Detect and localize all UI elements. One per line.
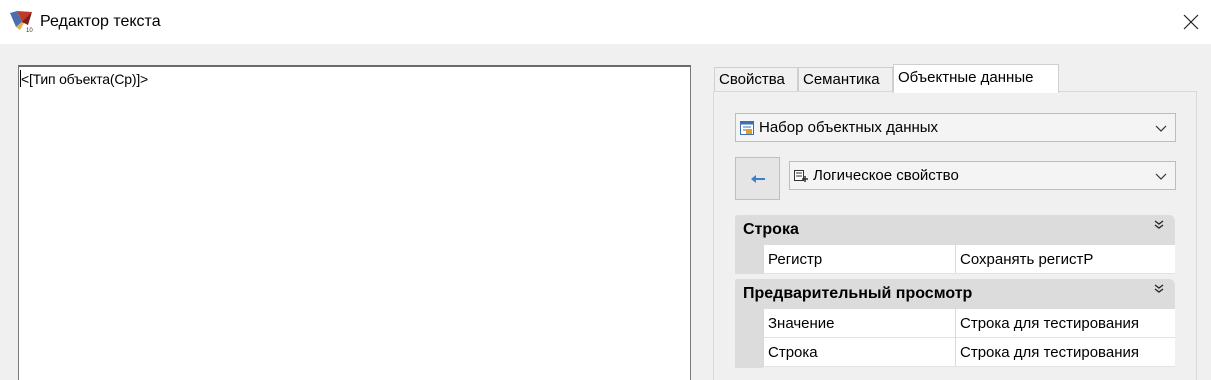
property-row[interactable]: Строка Строка для тестирования — [763, 338, 1175, 367]
tab-label: Свойства — [719, 71, 785, 88]
title-bar: 10 Редактор текста — [0, 0, 1211, 44]
row-gutter — [735, 245, 763, 274]
property-select-value: Логическое свойство — [813, 167, 959, 184]
close-button[interactable] — [1172, 8, 1210, 36]
category-label: Строка — [743, 221, 799, 238]
dataset-select[interactable]: Набор объектных данных — [735, 113, 1176, 142]
property-name: Строка — [764, 338, 956, 366]
category-string[interactable]: Строка — [735, 215, 1175, 245]
chevron-down-icon — [1155, 125, 1167, 132]
collapse-icon[interactable] — [1153, 219, 1165, 231]
property-value[interactable]: Строка для тестирования — [957, 309, 1175, 337]
property-value[interactable]: Строка для тестирования — [957, 338, 1175, 366]
property-row[interactable]: Регистр Сохранять регистР — [763, 245, 1175, 274]
editor-content: <[Тип объекта(Ср)]> — [21, 71, 148, 87]
property-select[interactable]: Логическое свойство — [789, 161, 1176, 190]
collapse-icon[interactable] — [1153, 283, 1165, 295]
property-name: Регистр — [764, 245, 956, 273]
add-property-icon — [794, 170, 808, 182]
table-icon — [740, 121, 754, 135]
tab-semantics[interactable]: Семантика — [798, 67, 893, 92]
arrow-left-icon — [750, 174, 765, 183]
text-editor[interactable]: <[Тип объекта(Ср)]> — [18, 65, 691, 380]
tab-label: Семантика — [803, 71, 880, 88]
category-label: Предварительный просмотр — [743, 285, 973, 302]
tab-properties[interactable]: Свойства — [714, 67, 798, 92]
property-name: Значение — [764, 309, 956, 337]
property-row[interactable]: Значение Строка для тестирования — [763, 309, 1175, 338]
dataset-select-value: Набор объектных данных — [759, 119, 939, 136]
svg-text:10: 10 — [26, 28, 33, 33]
row-gutter — [735, 309, 763, 368]
gis-map-icon: 10 — [10, 11, 33, 33]
window-title: Редактор текста — [40, 13, 161, 30]
property-value[interactable]: Сохранять регистР — [957, 245, 1175, 273]
close-icon — [1183, 14, 1199, 30]
tab-label: Объектные данные — [898, 69, 1034, 86]
back-button[interactable] — [735, 157, 780, 200]
category-preview[interactable]: Предварительный просмотр — [735, 279, 1175, 309]
tab-object-data[interactable]: Объектные данные — [893, 64, 1059, 93]
chevron-down-icon — [1155, 173, 1167, 180]
